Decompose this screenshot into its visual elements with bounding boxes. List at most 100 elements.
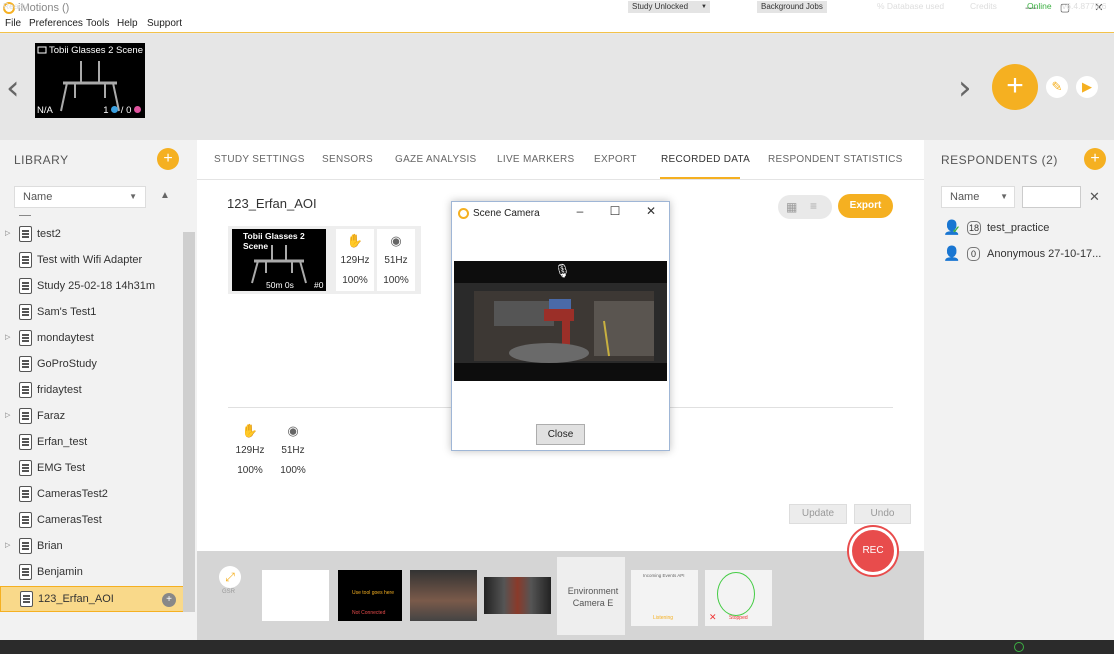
menu-help[interactable]: Help [117, 18, 138, 29]
tab-study-settings[interactable]: STUDY SETTINGS [214, 154, 305, 165]
update-button[interactable]: Update [789, 504, 847, 524]
library-scrollbar[interactable] [183, 232, 195, 612]
dialog-title: Scene Camera [473, 208, 540, 219]
scene-camera-preview[interactable] [484, 577, 551, 614]
document-icon [19, 512, 32, 528]
study-lock-select[interactable]: Study Unlocked ▼ [628, 1, 710, 13]
person-icon: 👤 [943, 245, 961, 261]
grid-view-icon[interactable]: ▦ [786, 200, 797, 214]
edit-study-button[interactable]: ✎ [1046, 76, 1068, 98]
status-ready: Ready [3, 1, 28, 11]
library-item[interactable]: fridaytest [0, 378, 183, 404]
menu-preferences[interactable]: Preferences [29, 18, 83, 29]
eye-tracker-icon: ◉ [377, 229, 415, 253]
respondent-badge: 0 [967, 247, 980, 261]
eeg-tile[interactable]: ✕ Stopped [705, 570, 772, 626]
background-jobs-button[interactable]: Background Jobs [757, 1, 827, 13]
library-item[interactable]: Study 25-02-18 14h31m [0, 274, 183, 300]
dialog-close-button[interactable]: Close [536, 424, 585, 445]
chevron-right-icon[interactable]: › [958, 68, 972, 108]
library-item[interactable]: 123_Erfan_AOI + [0, 586, 195, 612]
webcam-preview[interactable] [410, 570, 477, 621]
stimulus-thumbnail[interactable]: Tobii Glasses 2 Scene 50m 0s #0 [232, 229, 326, 291]
sensor-rate: 129Hz [231, 441, 269, 461]
add-study-button[interactable]: + [992, 64, 1038, 110]
expand-icon[interactable]: ⤢ [219, 566, 241, 588]
sensor-quality: 100% [231, 461, 269, 481]
play-study-button[interactable]: ▶ [1076, 76, 1098, 98]
not-connected-preview[interactable]: Use tool goes here Not Connected [338, 570, 402, 621]
tab-gaze-analysis[interactable]: GAZE ANALYSIS [395, 154, 477, 165]
dialog-maximize-button[interactable]: ☐ [605, 204, 625, 218]
expand-arrow-icon[interactable]: ▷ [5, 411, 10, 419]
version-label: v6.4.8775.6 [1062, 1, 1107, 11]
respondent-item[interactable]: 👤 0 Anonymous 27-10-17... [941, 243, 1101, 267]
add-item-button[interactable]: + [162, 593, 176, 607]
active-tab-indicator [660, 177, 740, 179]
respondent-search-input[interactable] [1022, 186, 1081, 208]
sensor-rate: 129Hz [336, 251, 374, 271]
record-button[interactable]: REC [849, 527, 897, 575]
study-tile-title: Tobii Glasses 2 Scene [49, 45, 143, 56]
environment-camera-tile[interactable]: Environment Camera E [557, 557, 625, 635]
sensor-quality: 100% [377, 271, 415, 291]
tab-recorded-data[interactable]: RECORDED DATA [661, 154, 750, 165]
library-item[interactable]: CamerasTest2 [0, 482, 183, 508]
export-button[interactable]: Export [838, 194, 893, 218]
add-library-item-button[interactable]: + [157, 148, 179, 170]
library-item-label: Study 25-02-18 14h31m [37, 280, 156, 292]
library-item[interactable]: Benjamin [0, 560, 183, 586]
library-item-label: CamerasTest [37, 514, 102, 526]
listening-label: Listening [653, 615, 674, 621]
library-item-label: CamerasTest2 [37, 488, 108, 500]
add-respondent-button[interactable]: + [1084, 148, 1106, 170]
expand-arrow-icon[interactable]: ▷ [5, 541, 10, 549]
dialog-minimize-button[interactable]: – [570, 204, 590, 218]
library-item[interactable]: CamerasTest [0, 508, 183, 534]
tab-sensors[interactable]: SENSORS [322, 154, 373, 165]
library-item[interactable]: GoProStudy [0, 352, 183, 378]
tab-respondent-statistics[interactable]: RESPONDENT STATISTICS [768, 154, 903, 165]
stimulus-index: #0 [314, 280, 324, 290]
document-icon [19, 356, 32, 372]
library-item[interactable]: ▷ test2 [0, 222, 183, 248]
study-stimulus-tile[interactable]: Tobii Glasses 2 Scene N/A 1 / 0 [35, 43, 145, 118]
blank-preview[interactable] [262, 570, 329, 621]
events-api-label: Incoming Events API [643, 573, 685, 578]
document-icon [19, 382, 32, 398]
clear-search-icon[interactable]: ✕ [1089, 189, 1100, 205]
list-view-icon[interactable]: ≡ [810, 199, 817, 213]
microphone-icon: 🎙 [554, 263, 571, 278]
respondent-sort-select[interactable]: Name ▼ [941, 186, 1015, 208]
library-item-label: GoProStudy [37, 358, 97, 370]
undo-button[interactable]: Undo [854, 504, 911, 524]
library-item[interactable]: ▷ Brian [0, 534, 183, 560]
library-item[interactable]: Erfan_test [0, 430, 183, 456]
imotions-logo-icon [458, 208, 469, 219]
library-item-label: Faraz [37, 410, 66, 422]
sort-ascending-icon[interactable]: ▲ [160, 190, 170, 201]
menu-tools[interactable]: Tools [86, 18, 109, 29]
respondent-item[interactable]: 👤 ✓ 18 test_practice [941, 217, 1101, 241]
expand-arrow-icon[interactable]: ▷ [5, 333, 10, 341]
tab-live-markers[interactable]: LIVE MARKERS [497, 154, 575, 165]
library-item[interactable]: Test with Wifi Adapter [0, 248, 183, 274]
library-item[interactable]: Sam's Test1 [0, 300, 183, 326]
expand-arrow-icon[interactable]: ▷ [5, 229, 10, 237]
respondent-sort-value: Name [950, 191, 980, 203]
respondents-panel [924, 140, 1114, 640]
menu-support[interactable]: Support [147, 18, 182, 29]
count-b: 0 [126, 105, 132, 116]
dialog-close-icon[interactable]: ✕ [641, 204, 661, 218]
tab-export[interactable]: EXPORT [594, 154, 637, 165]
list-divider [19, 215, 31, 216]
events-api-tile[interactable]: Incoming Events API Listening [631, 570, 698, 626]
library-sort-select[interactable]: Name ▼ [14, 186, 146, 208]
library-item[interactable]: ▷ mondaytest [0, 326, 183, 352]
document-icon [19, 278, 32, 294]
document-icon [19, 408, 32, 424]
menu-file[interactable]: File [5, 18, 21, 29]
library-item[interactable]: ▷ Faraz [0, 404, 183, 430]
chevron-left-icon[interactable]: ‹ [6, 68, 20, 108]
library-item[interactable]: EMG Test [0, 456, 183, 482]
